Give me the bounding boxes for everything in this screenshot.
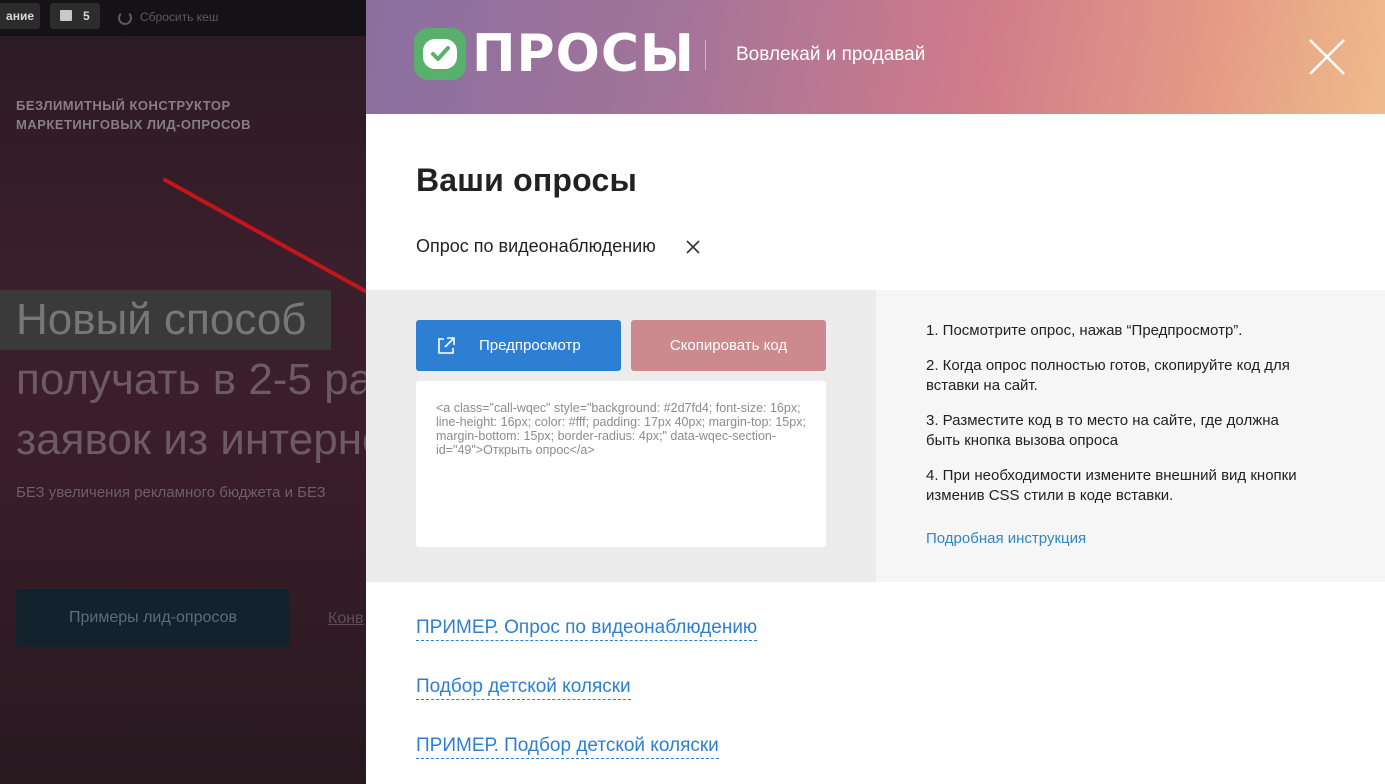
survey-list-item[interactable]: ПРИМЕР. Подбор детской коляски (416, 734, 719, 759)
selected-survey-name: Опрос по видеонаблюдению (416, 236, 656, 256)
surveys-modal: ПРОСЫ Вовлекай и продавай Ваши опросы Оп… (366, 0, 1385, 784)
survey-list-item[interactable]: Подбор детской коляски (416, 675, 631, 700)
logo-text: ПРОСЫ (472, 24, 695, 84)
instruction-step: 4. При необходимости измените внешний ви… (926, 467, 1297, 504)
external-link-icon (438, 336, 455, 354)
survey-list: ПРИМЕР. Опрос по видеонаблюдению Подбор … (416, 616, 758, 784)
deselect-survey-button[interactable] (684, 238, 702, 256)
secondary-link[interactable]: Конв (328, 610, 364, 628)
header-divider (705, 40, 706, 70)
instruction-step: 2. Когда опрос полностью готов, скопируй… (926, 357, 1290, 394)
detailed-instruction-link[interactable]: Подробная инструкция (926, 530, 1086, 547)
logo-check-icon (414, 28, 466, 80)
hero-subheadline: БЕЗ увеличения рекламного бюджета и БЕЗ (16, 484, 326, 501)
instruction-step: 1. Посмотрите опрос, нажав “Предпросмотр… (926, 322, 1243, 339)
embed-panel: Предпросмотр Скопировать код <a class="c… (366, 290, 876, 582)
modal-header: ПРОСЫ Вовлекай и продавай (366, 0, 1385, 114)
close-icon (1309, 39, 1345, 75)
hero-headline-line-2: получать в 2-5 раз (16, 355, 366, 404)
header-slogan: Вовлекай и продавай (736, 44, 926, 65)
page-title: Ваши опросы (416, 162, 638, 198)
close-icon (686, 240, 700, 254)
copy-code-button[interactable]: Скопировать код (631, 320, 826, 371)
instruction-steps: 1. Посмотрите опрос, нажав “Предпросмотр… (926, 321, 1316, 521)
survey-examples-button[interactable]: Примеры лид-опросов (16, 589, 290, 647)
embed-code-field[interactable]: <a class="call-wqec" style="background: … (416, 381, 826, 547)
close-modal-button[interactable] (1306, 36, 1348, 78)
instruction-step: 3. Разместите код в то место на сайте, г… (926, 412, 1279, 449)
preview-button-label: Предпросмотр (479, 337, 581, 354)
instructions-panel: 1. Посмотрите опрос, нажав “Предпросмотр… (876, 290, 1385, 582)
hero-headline-line-3: заявок из интерне (16, 415, 366, 464)
survey-list-item[interactable]: ПРИМЕР. Опрос по видеонаблюдению (416, 616, 758, 641)
preview-button[interactable]: Предпросмотр (416, 320, 621, 371)
